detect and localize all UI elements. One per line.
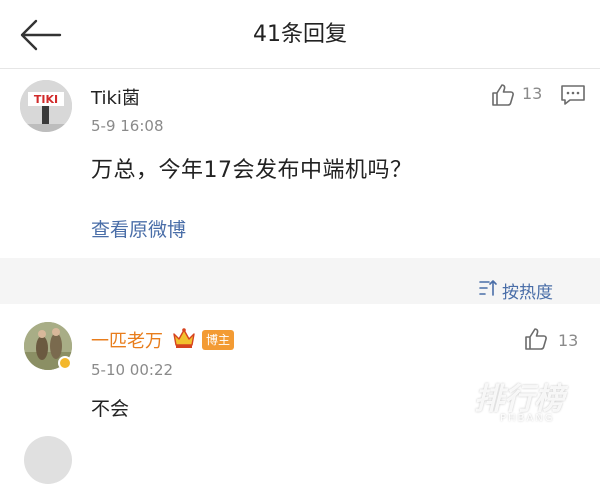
page-title: 41条回复: [253, 22, 347, 47]
post-time: 5-9 16:08: [91, 117, 164, 135]
sort-icon: [478, 278, 498, 298]
comment-button[interactable]: [560, 83, 586, 107]
reply-content: 不会: [91, 398, 130, 420]
like-count: 13: [522, 84, 543, 103]
avatar-image: TIKI: [20, 80, 72, 132]
reply-time: 5-10 00:22: [91, 361, 174, 379]
like-button[interactable]: [490, 82, 516, 108]
post-username[interactable]: Tiki菌: [91, 84, 140, 110]
view-original-link[interactable]: 查看原微博: [91, 215, 186, 242]
blogger-badge: 博主: [202, 330, 234, 350]
watermark-subtext: PHBANG: [500, 413, 555, 424]
verified-badge: [58, 356, 72, 370]
avatar-logo-text: TIKI: [34, 93, 58, 106]
crown-icon: [171, 326, 197, 350]
thumbs-up-icon: [492, 84, 514, 106]
avatar[interactable]: TIKI: [20, 80, 72, 132]
reply-username[interactable]: 一匹老万: [91, 327, 163, 353]
watermark-logo: 排行榜: [474, 382, 564, 417]
next-reply-avatar[interactable]: [24, 436, 72, 484]
reply-like-button[interactable]: [523, 326, 549, 352]
header-divider: [0, 68, 600, 69]
comment-icon: [561, 85, 585, 105]
post-content: 万总，今年17会发布中端机吗？: [91, 158, 413, 183]
sort-by-hot-button[interactable]: 按热度: [502, 278, 553, 303]
reply-like-count: 13: [558, 331, 579, 350]
thumbs-up-icon: [525, 328, 547, 350]
